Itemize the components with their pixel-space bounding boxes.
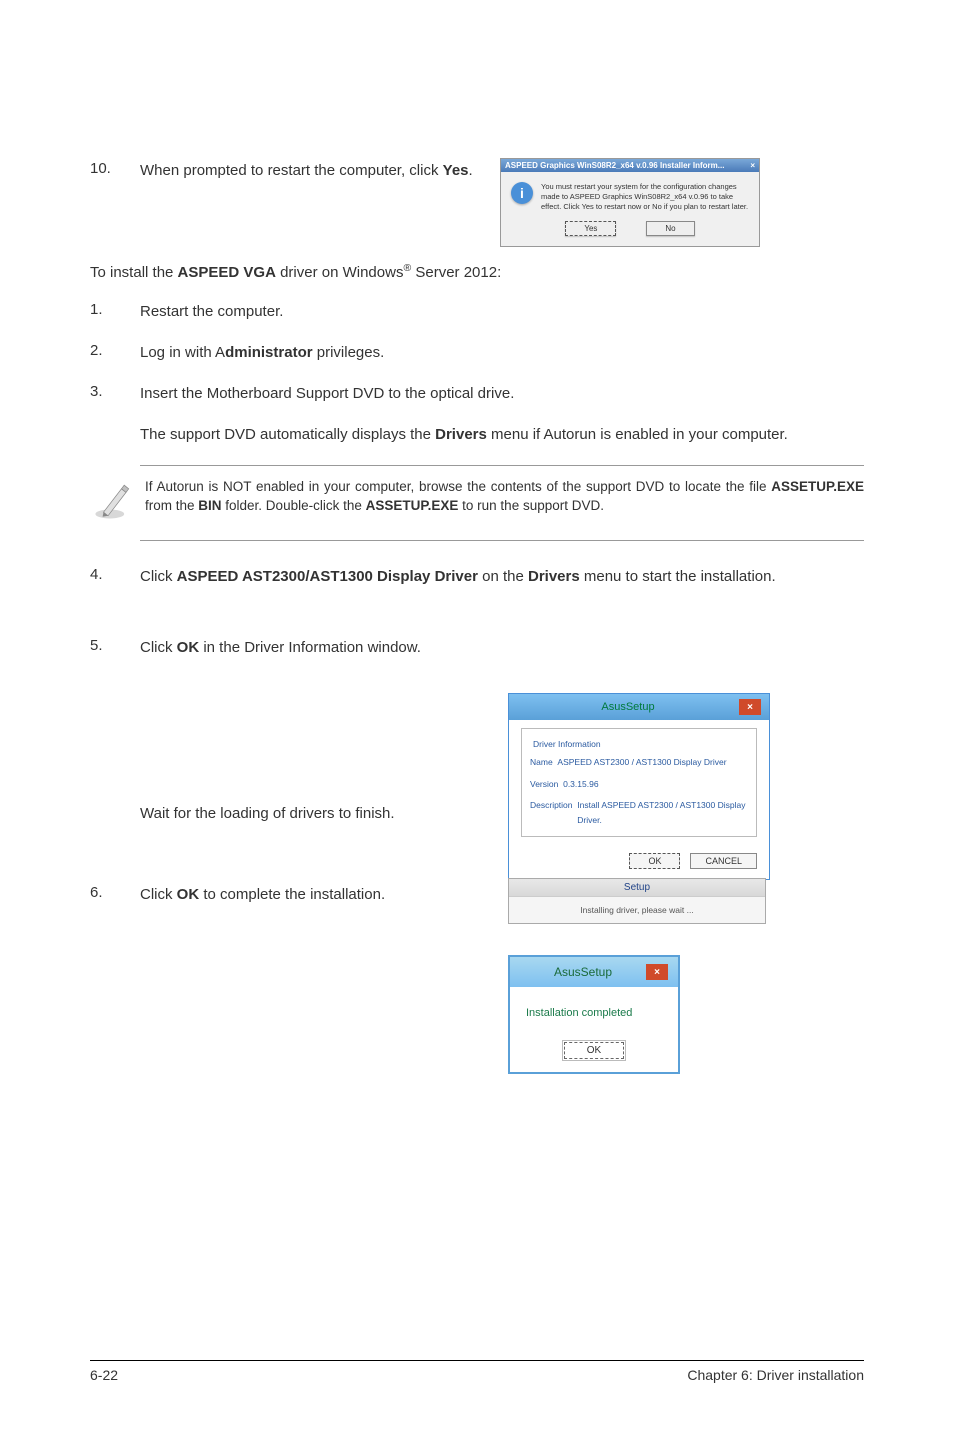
restart-dialog: ASPEED Graphics WinS08R2_x64 v.0.96 Inst… bbox=[500, 158, 760, 247]
info-icon: i bbox=[511, 182, 533, 204]
step-text: Click ASPEED AST2300/AST1300 Display Dri… bbox=[140, 566, 864, 587]
step-text: Click OK in the Driver Information windo… bbox=[140, 637, 510, 658]
close-icon[interactable]: × bbox=[750, 161, 755, 170]
step-text: Restart the computer. bbox=[140, 301, 864, 322]
yes-button[interactable]: Yes bbox=[565, 221, 616, 236]
step-number: 10. bbox=[90, 160, 140, 181]
dialog-message: Installation completed bbox=[510, 987, 678, 1039]
ok-button[interactable]: OK bbox=[629, 853, 680, 869]
cancel-button[interactable]: CANCEL bbox=[690, 853, 757, 869]
step-number: 6. bbox=[90, 884, 140, 905]
step-text: Click OK to complete the installation. bbox=[140, 884, 510, 905]
step-text: When prompted to restart the computer, c… bbox=[140, 160, 490, 181]
intro-paragraph: To install the ASPEED VGA driver on Wind… bbox=[90, 261, 864, 283]
no-button[interactable]: No bbox=[646, 221, 694, 236]
dialog-message: Installing driver, please wait ... bbox=[509, 897, 765, 923]
close-icon[interactable]: × bbox=[646, 964, 668, 980]
dialog-message: You must restart your system for the con… bbox=[541, 182, 749, 211]
dialog-titlebar: ASPEED Graphics WinS08R2_x64 v.0.96 Inst… bbox=[501, 159, 759, 172]
page-number: 6-22 bbox=[90, 1367, 118, 1383]
installation-complete-dialog: AsusSetup × Installation completed OK bbox=[508, 955, 680, 1074]
dialog-titlebar: Setup bbox=[509, 879, 765, 897]
dialog-titlebar: AsusSetup × bbox=[509, 694, 769, 720]
step-number: 1. bbox=[90, 301, 140, 322]
sub-paragraph: The support DVD automatically displays t… bbox=[140, 424, 864, 445]
step-number: 3. bbox=[90, 383, 140, 404]
page-footer: 6-22 Chapter 6: Driver installation bbox=[90, 1360, 864, 1383]
step-text: Log in with Administrator privileges. bbox=[140, 342, 864, 363]
step-number: 4. bbox=[90, 566, 140, 587]
close-icon[interactable]: × bbox=[739, 699, 761, 715]
note-text: If Autorun is NOT enabled in your comput… bbox=[145, 478, 864, 516]
asus-setup-dialog: AsusSetup × Driver Information Name ASPE… bbox=[508, 693, 770, 880]
driver-info-fieldset: Driver Information Name ASPEED AST2300 /… bbox=[521, 728, 757, 837]
ok-button[interactable]: OK bbox=[564, 1042, 624, 1059]
step-number: 5. bbox=[90, 637, 140, 658]
step-text: Insert the Motherboard Support DVD to th… bbox=[140, 383, 864, 404]
dialog-titlebar: AsusSetup × bbox=[510, 957, 678, 987]
step-number: 2. bbox=[90, 342, 140, 363]
note-box: If Autorun is NOT enabled in your comput… bbox=[140, 465, 864, 541]
note-icon bbox=[90, 478, 145, 528]
chapter-title: Chapter 6: Driver installation bbox=[687, 1367, 864, 1383]
setup-progress-dialog: Setup Installing driver, please wait ... bbox=[508, 878, 766, 924]
